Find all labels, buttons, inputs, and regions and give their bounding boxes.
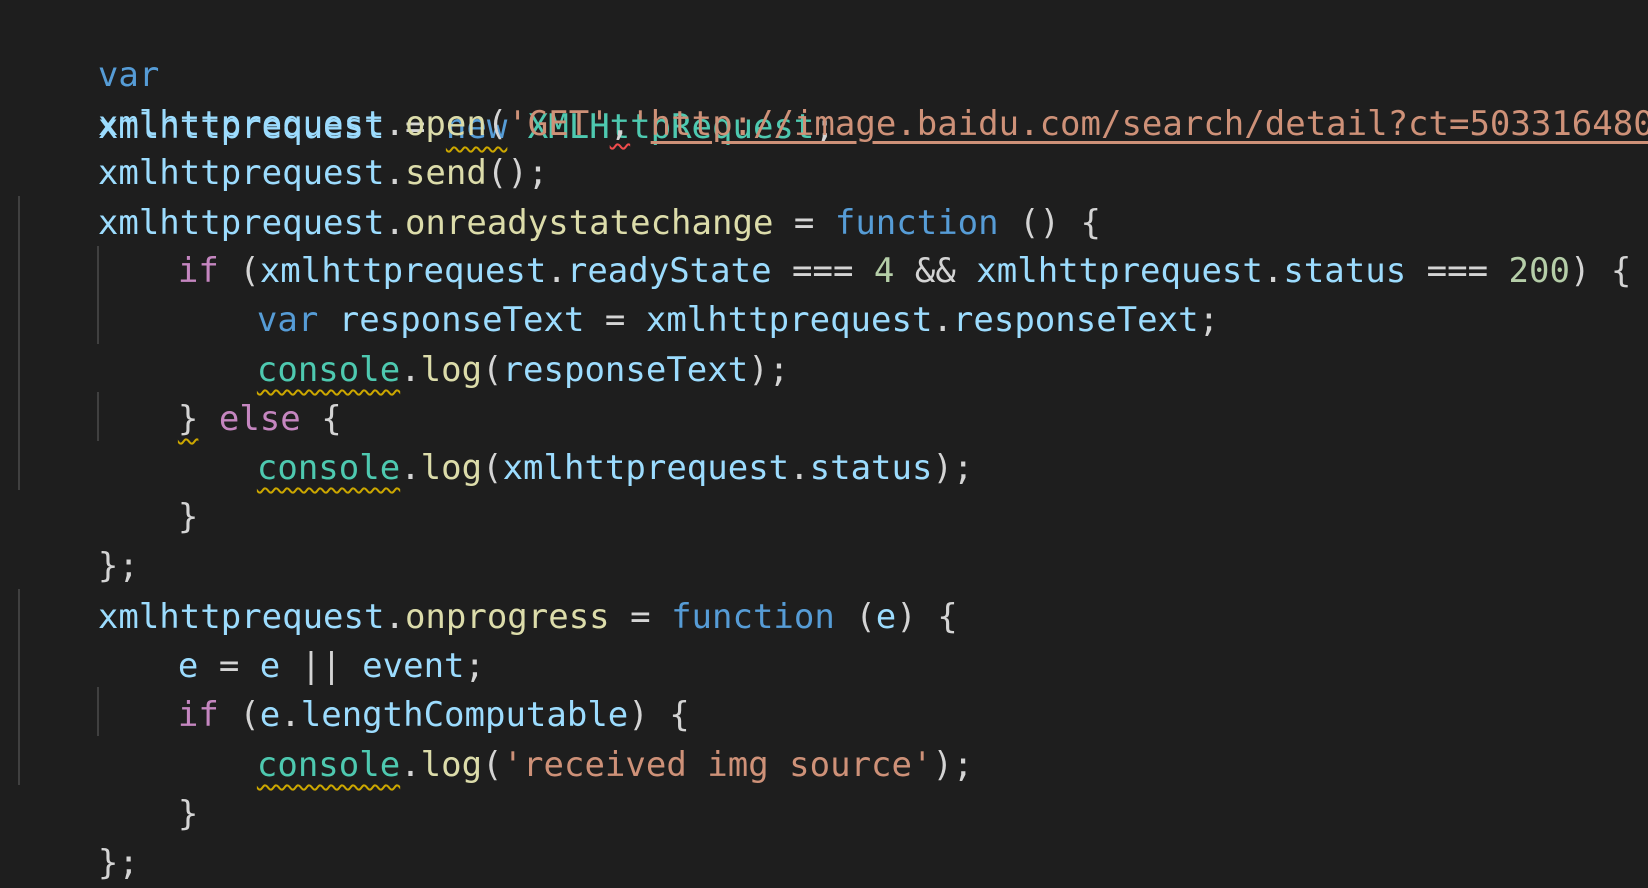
punctuation: ); — [932, 448, 974, 488]
closing-brace: }; — [97, 843, 139, 883]
code-line-5[interactable]: if (xmlhttprequest.readyState === 4 && x… — [96, 193, 1632, 291]
code-line-16[interactable]: } — [96, 736, 198, 834]
punctuation: ( — [482, 350, 503, 390]
string-literal: 'received img source' — [502, 745, 933, 785]
code-line-2[interactable]: xmlhttprequest.open('GET','http://image.… — [16, 46, 1648, 144]
punctuation: ; — [1198, 300, 1220, 340]
parameter: e — [875, 597, 897, 637]
punctuation: ( — [834, 597, 876, 637]
punctuation: ) { — [1569, 251, 1632, 291]
identifier: xmlhttprequest — [502, 448, 790, 488]
code-line-1[interactable]: var xmlhttprequest = new XMLHttpRequest; — [16, 0, 835, 147]
keyword: function — [671, 597, 835, 637]
code-line-10[interactable]: } — [96, 439, 198, 537]
number-literal: 200 — [1508, 251, 1570, 291]
string-quote: ' — [630, 104, 651, 144]
property: status — [809, 448, 933, 488]
punctuation: ); — [932, 745, 974, 785]
console-warning: console — [256, 745, 401, 785]
punctuation: ( — [482, 448, 503, 488]
code-line-15[interactable]: console.log('received img source'); — [175, 687, 974, 785]
method-name: log — [420, 745, 483, 785]
closing-brace: } — [177, 794, 199, 834]
punctuation: . — [400, 448, 421, 488]
code-line-7[interactable]: console.log(responseText); — [175, 292, 789, 390]
console-warning: console — [256, 448, 401, 488]
code-line-8[interactable]: } else { — [96, 341, 342, 439]
code-line-6[interactable]: var responseText = xmlhttprequest.respon… — [175, 242, 1219, 340]
method-name: log — [420, 448, 483, 488]
punctuation: ) { — [896, 597, 958, 637]
property: responseText — [952, 300, 1199, 340]
comma-error: , — [609, 104, 631, 144]
code-line-13[interactable]: e = e || event; — [96, 588, 485, 686]
code-line-12[interactable]: xmlhttprequest.onprogress = function (e)… — [16, 539, 958, 637]
code-line-9[interactable]: console.log(xmlhttprequest.status); — [175, 390, 974, 488]
punctuation: . — [400, 745, 421, 785]
punctuation: ( — [482, 745, 503, 785]
punctuation: . — [1262, 251, 1284, 291]
method-name: log — [420, 350, 483, 390]
code-line-17[interactable]: }; — [16, 785, 139, 883]
code-line-11[interactable]: }; — [16, 488, 139, 586]
punctuation: . — [789, 448, 810, 488]
code-editor[interactable]: var xmlhttprequest = new XMLHttpRequest;… — [0, 0, 1648, 888]
operator: = — [609, 597, 672, 637]
code-line-14[interactable]: if (e.lengthComputable) { — [96, 637, 690, 735]
url-link[interactable]: http://image.baidu.com/search/detail?ct=… — [651, 104, 1648, 144]
operator: === — [1406, 251, 1509, 291]
punctuation: . — [400, 350, 421, 390]
property: status — [1283, 251, 1407, 291]
punctuation: . — [932, 300, 953, 340]
closing-brace: } — [177, 497, 199, 537]
code-line-3[interactable]: xmlhttprequest.send(); — [16, 95, 548, 193]
code-line-4[interactable]: xmlhttprequest.onreadystatechange = func… — [16, 145, 1101, 243]
identifier: responseText — [502, 350, 749, 390]
punctuation: ); — [748, 350, 790, 390]
